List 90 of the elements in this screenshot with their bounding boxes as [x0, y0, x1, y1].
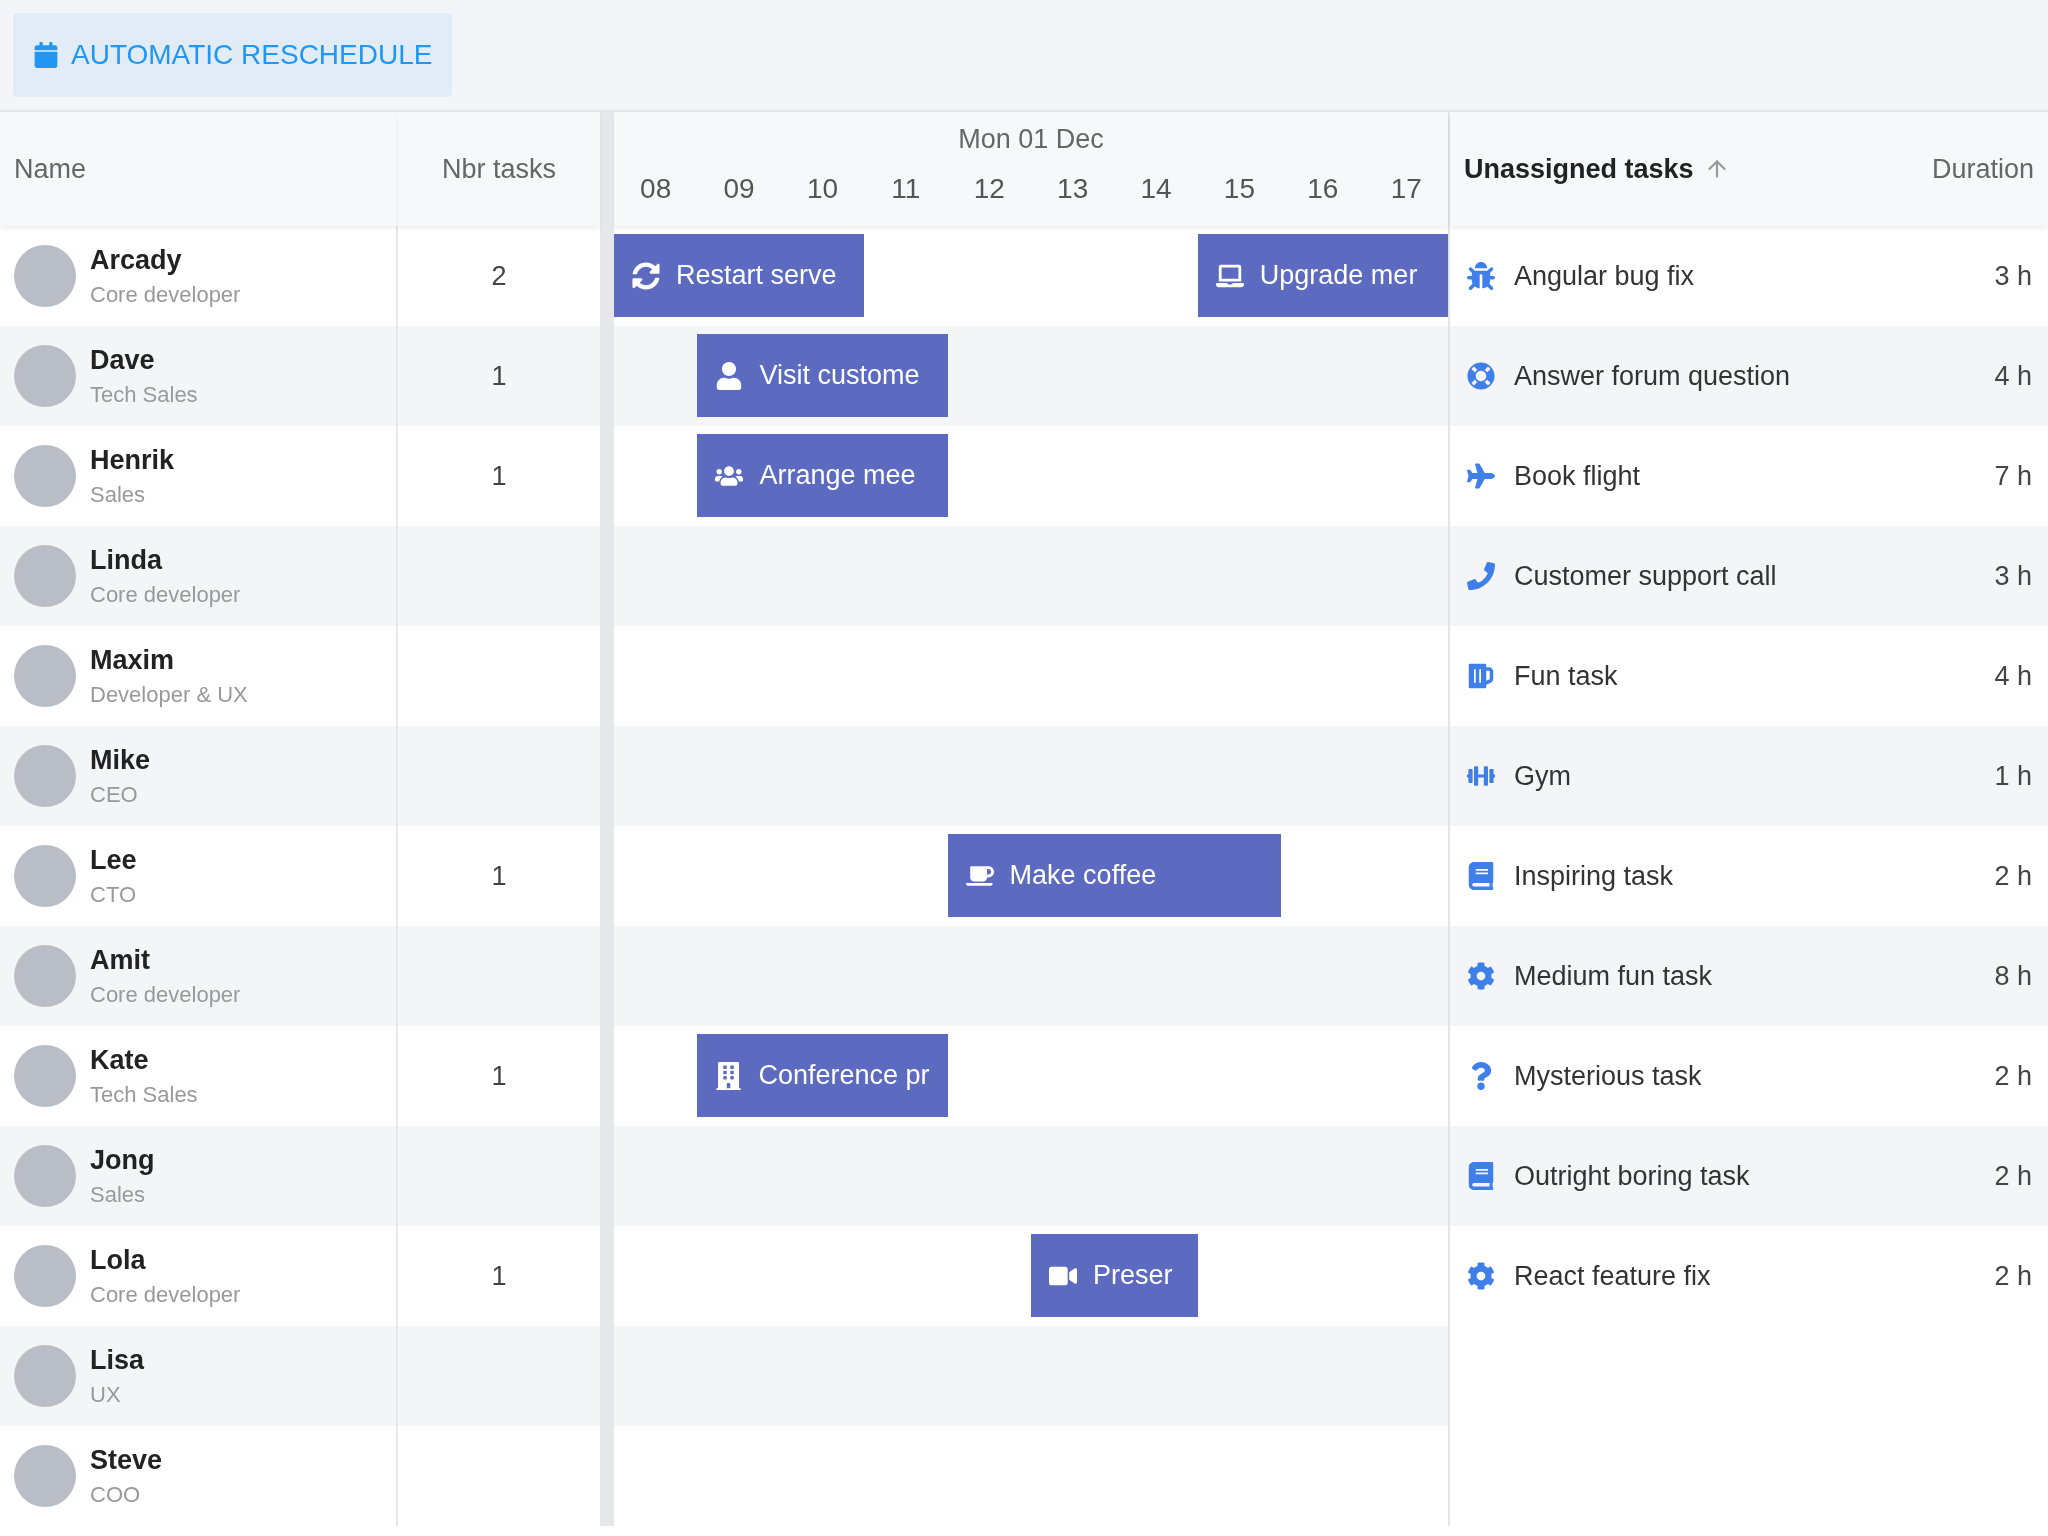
life-ring-icon [1467, 362, 1495, 390]
hour-label: 17 [1389, 173, 1423, 205]
gear-icon [1467, 962, 1495, 990]
resource-role: CEO [90, 781, 139, 808]
task-name[interactable]: Gym [1514, 760, 1995, 792]
resource-name: Dave [90, 344, 156, 376]
event-bar[interactable]: Arrange mee [697, 434, 948, 517]
event-bar[interactable]: Make coffee [947, 834, 1282, 917]
task-count: 1 [490, 1260, 508, 1292]
resource-name: Arcady [90, 244, 183, 276]
resource-name: Henrik [90, 444, 175, 476]
resource-role: Tech Sales [90, 1081, 198, 1108]
event-bar[interactable]: Restart serve [614, 234, 865, 317]
task-name[interactable]: Fun task [1514, 660, 1995, 692]
task-name[interactable]: Inspiring task [1514, 860, 1995, 892]
resource-name: Lee [90, 844, 137, 876]
hour-label: 09 [722, 173, 756, 205]
resource-name: Linda [90, 544, 164, 576]
task-name[interactable]: Outright boring task [1514, 1160, 1995, 1192]
task-name[interactable]: Book flight [1514, 460, 1995, 492]
task-duration: 3 h [1994, 260, 2032, 292]
hour-label: 12 [972, 173, 1006, 205]
task-duration: 8 h [1994, 960, 2032, 992]
task-count: 1 [490, 1060, 508, 1092]
gear-icon [1467, 1262, 1495, 1290]
hour-label: 11 [890, 173, 922, 205]
task-duration: 2 h [1994, 1060, 2032, 1092]
book-icon [1467, 1162, 1495, 1190]
unassigned-tasks-header[interactable]: Unassigned tasks [1464, 153, 1694, 185]
mug-icon [1467, 662, 1495, 690]
task-duration: 2 h [1994, 1160, 2032, 1192]
event-bar[interactable]: Preser [1031, 1234, 1198, 1317]
resource-name: Lisa [90, 1344, 145, 1376]
bug-icon [1467, 262, 1495, 290]
resource-role: Core developer [90, 281, 241, 308]
plane-icon [1467, 462, 1495, 490]
refresh-icon [632, 261, 660, 290]
resource-role: Core developer [90, 581, 241, 608]
resource-role: Core developer [90, 1281, 241, 1308]
task-name[interactable]: React feature fix [1514, 1260, 1995, 1292]
resource-name: Steve [90, 1444, 163, 1476]
calendar-icon [33, 42, 59, 68]
task-duration: 2 h [1994, 1260, 2032, 1292]
phone-icon [1467, 562, 1495, 590]
book-icon [1467, 862, 1495, 890]
resource-role: Core developer [90, 981, 241, 1008]
event-bar[interactable]: Conference pr [697, 1034, 948, 1117]
task-duration: 4 h [1994, 660, 2032, 692]
task-count: 1 [490, 860, 508, 892]
duration-header: Duration [1931, 153, 2034, 185]
resource-name: Maxim [90, 644, 176, 676]
task-name[interactable]: Answer forum question [1514, 360, 1995, 392]
name-column-header: Name [14, 153, 87, 185]
event-bar[interactable]: Visit custome [697, 334, 948, 417]
task-count: 2 [490, 260, 508, 292]
task-name[interactable]: Medium fun task [1514, 960, 1995, 992]
resource-role: Developer & UX [90, 681, 248, 708]
resource-name: Lola [90, 1244, 147, 1276]
resource-role: Sales [90, 1181, 147, 1208]
resource-role: CTO [90, 881, 137, 908]
hour-label: 16 [1306, 173, 1340, 205]
task-duration: 2 h [1994, 860, 2032, 892]
resource-name: Amit [90, 944, 151, 976]
task-name[interactable]: Customer support call [1514, 560, 1995, 592]
event-bar[interactable]: Upgrade mer [1197, 234, 1448, 317]
user-icon [715, 361, 744, 390]
nbr-tasks-column-header: Nbr tasks [442, 153, 556, 185]
hour-label: 15 [1222, 173, 1256, 205]
task-count: 1 [490, 360, 508, 392]
resource-name: Kate [90, 1044, 150, 1076]
splitter[interactable] [600, 112, 614, 1526]
task-name[interactable]: Angular bug fix [1514, 260, 1995, 292]
resource-role: UX [90, 1381, 122, 1408]
resource-role: Tech Sales [90, 381, 198, 408]
task-duration: 4 h [1994, 360, 2032, 392]
resource-name: Jong [90, 1144, 155, 1176]
task-duration: 3 h [1994, 560, 2032, 592]
task-duration: 7 h [1994, 460, 2032, 492]
task-duration: 1 h [1994, 760, 2032, 792]
hour-label: 14 [1139, 173, 1173, 205]
hour-label: 13 [1056, 173, 1090, 205]
task-count: 1 [490, 460, 508, 492]
hour-label: 10 [805, 173, 840, 205]
building-icon [715, 1061, 743, 1090]
timeline-date: Mon 01 Dec [957, 124, 1105, 155]
task-name[interactable]: Mysterious task [1514, 1060, 1995, 1092]
resource-name: Mike [90, 744, 151, 776]
hour-label: 08 [639, 173, 673, 205]
resource-role: Sales [90, 481, 147, 508]
resource-role: COO [90, 1481, 142, 1508]
